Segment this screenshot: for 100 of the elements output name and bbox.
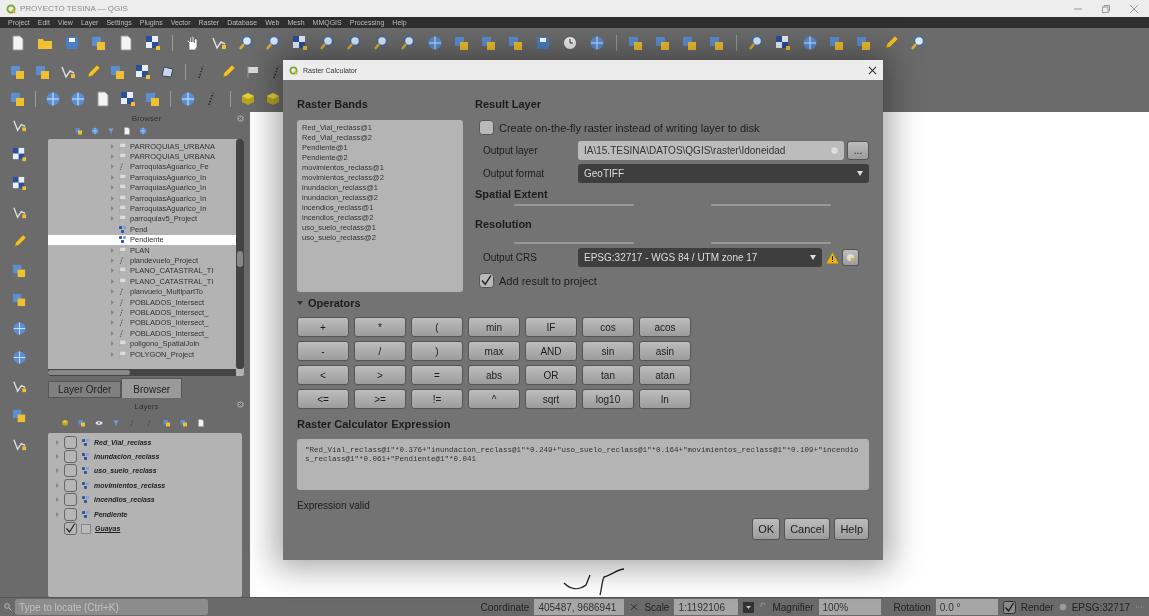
checkbox-label[interactable]: Add result to project bbox=[499, 274, 597, 287]
layers-icon[interactable] bbox=[91, 35, 107, 51]
layers-icon[interactable] bbox=[75, 127, 83, 135]
polyline-icon[interactable] bbox=[12, 379, 27, 394]
layers-icon[interactable] bbox=[454, 35, 470, 51]
layer-checkbox[interactable] bbox=[64, 464, 77, 478]
cube-icon[interactable] bbox=[240, 91, 256, 107]
expand-arrow-icon[interactable] bbox=[55, 468, 60, 474]
section-heading[interactable]: Operators bbox=[308, 297, 361, 309]
operator-button[interactable]: cos bbox=[582, 317, 634, 337]
zoom-icon[interactable] bbox=[910, 35, 926, 51]
checker-icon[interactable] bbox=[12, 147, 27, 162]
collapse-arrow-icon[interactable] bbox=[297, 300, 303, 306]
new-file-icon[interactable] bbox=[123, 127, 131, 135]
layers-icon[interactable] bbox=[12, 263, 27, 278]
layer-checkbox[interactable] bbox=[64, 478, 77, 492]
checker-icon[interactable] bbox=[775, 35, 791, 51]
render-checkbox[interactable] bbox=[1002, 600, 1016, 614]
expand-arrow-icon[interactable] bbox=[55, 497, 60, 503]
layers-icon[interactable] bbox=[10, 91, 26, 107]
operator-button[interactable]: IF bbox=[525, 317, 577, 337]
operator-button[interactable]: sqrt bbox=[525, 389, 577, 409]
save-icon[interactable] bbox=[64, 35, 80, 51]
filter-icon[interactable] bbox=[107, 127, 115, 135]
layer-checkbox[interactable] bbox=[64, 450, 77, 464]
operator-button[interactable]: asin bbox=[639, 341, 691, 361]
expand-arrow-icon[interactable] bbox=[55, 439, 60, 445]
layers-icon[interactable] bbox=[163, 418, 171, 427]
checkbox[interactable] bbox=[479, 120, 494, 135]
expand-arrow-icon[interactable] bbox=[55, 511, 60, 517]
operator-button[interactable]: > bbox=[354, 365, 406, 385]
layer-checkbox[interactable] bbox=[64, 435, 77, 449]
checker-icon[interactable] bbox=[12, 176, 27, 191]
layers-icon[interactable] bbox=[110, 64, 126, 80]
layers-icon[interactable] bbox=[78, 418, 86, 427]
browse-button[interactable]: ... bbox=[847, 141, 869, 160]
operator-button[interactable]: * bbox=[354, 317, 406, 337]
operator-button[interactable]: ^ bbox=[468, 389, 520, 409]
rotation-field[interactable]: 0.0 ° bbox=[935, 599, 998, 615]
operator-button[interactable]: min bbox=[468, 317, 520, 337]
cube-icon[interactable] bbox=[265, 91, 281, 107]
output-layer-field[interactable]: IA\15.TESINA\DATOS\QGIS\raster\Idoneidad bbox=[578, 141, 844, 160]
layers-icon[interactable] bbox=[628, 35, 644, 51]
polyline-icon[interactable] bbox=[60, 64, 76, 80]
operator-button[interactable]: - bbox=[297, 341, 349, 361]
zoom-icon[interactable] bbox=[265, 35, 281, 51]
dialog-button[interactable]: OK bbox=[752, 518, 781, 540]
operator-button[interactable]: != bbox=[411, 389, 463, 409]
expand-arrow-icon[interactable] bbox=[55, 454, 60, 460]
checker-icon[interactable] bbox=[135, 64, 151, 80]
scale-field[interactable]: 1:1192106 bbox=[674, 599, 739, 615]
pencil-icon[interactable] bbox=[220, 64, 236, 80]
new-file-icon[interactable] bbox=[95, 91, 111, 107]
operator-button[interactable]: < bbox=[297, 365, 349, 385]
clock-icon[interactable] bbox=[562, 35, 578, 51]
layers-icon[interactable] bbox=[145, 91, 161, 107]
expand-arrow-icon[interactable] bbox=[55, 482, 60, 488]
operator-button[interactable]: AND bbox=[525, 341, 577, 361]
operator-button[interactable]: ) bbox=[411, 341, 463, 361]
operator-button[interactable]: sin bbox=[582, 341, 634, 361]
checker-icon[interactable] bbox=[120, 91, 136, 107]
operator-button[interactable]: atan bbox=[639, 365, 691, 385]
layers-icon[interactable] bbox=[180, 418, 188, 427]
pencil-icon[interactable] bbox=[85, 64, 101, 80]
layer-checkbox[interactable] bbox=[64, 493, 77, 507]
new-file-icon[interactable] bbox=[197, 418, 205, 427]
layers-icon[interactable] bbox=[12, 292, 27, 307]
operator-button[interactable]: ( bbox=[411, 317, 463, 337]
dialog-button[interactable]: Cancel bbox=[784, 518, 831, 540]
output-crs-dropdown[interactable]: EPSG:32717 - WGS 84 / UTM zone 17 bbox=[578, 248, 822, 267]
operator-button[interactable]: <= bbox=[297, 389, 349, 409]
operator-button[interactable]: acos bbox=[639, 317, 691, 337]
layers-icon[interactable] bbox=[709, 35, 725, 51]
checker-icon[interactable] bbox=[145, 35, 161, 51]
close-icon[interactable] bbox=[868, 65, 877, 75]
zoom-icon[interactable] bbox=[748, 35, 764, 51]
operator-button[interactable]: OR bbox=[525, 365, 577, 385]
polyline-icon[interactable] bbox=[12, 205, 27, 220]
operator-button[interactable]: + bbox=[297, 317, 349, 337]
vertical-scrollbar[interactable] bbox=[236, 139, 244, 369]
layers-icon[interactable] bbox=[829, 35, 845, 51]
eye-icon[interactable] bbox=[95, 418, 103, 427]
operator-button[interactable]: ln bbox=[639, 389, 691, 409]
layers-icon[interactable] bbox=[508, 35, 524, 51]
layers-icon[interactable] bbox=[481, 35, 497, 51]
layers-icon[interactable] bbox=[856, 35, 872, 51]
flag-icon[interactable] bbox=[245, 64, 261, 80]
layers-icon[interactable] bbox=[12, 408, 27, 423]
save-icon[interactable] bbox=[535, 35, 551, 51]
dialog-button[interactable]: Help bbox=[834, 518, 869, 540]
pencil-icon[interactable] bbox=[883, 35, 899, 51]
polyline-icon[interactable] bbox=[211, 35, 227, 51]
new-file-icon[interactable] bbox=[10, 35, 26, 51]
coordinate-field[interactable]: 405487, 9686941 bbox=[534, 599, 625, 615]
polygon-icon[interactable] bbox=[160, 64, 176, 80]
magnifier-field[interactable]: 100% bbox=[818, 599, 881, 615]
operator-button[interactable]: max bbox=[468, 341, 520, 361]
polyline-icon[interactable] bbox=[12, 118, 27, 133]
panel-tab[interactable]: Browser bbox=[121, 378, 183, 398]
zoom-icon[interactable] bbox=[400, 35, 416, 51]
